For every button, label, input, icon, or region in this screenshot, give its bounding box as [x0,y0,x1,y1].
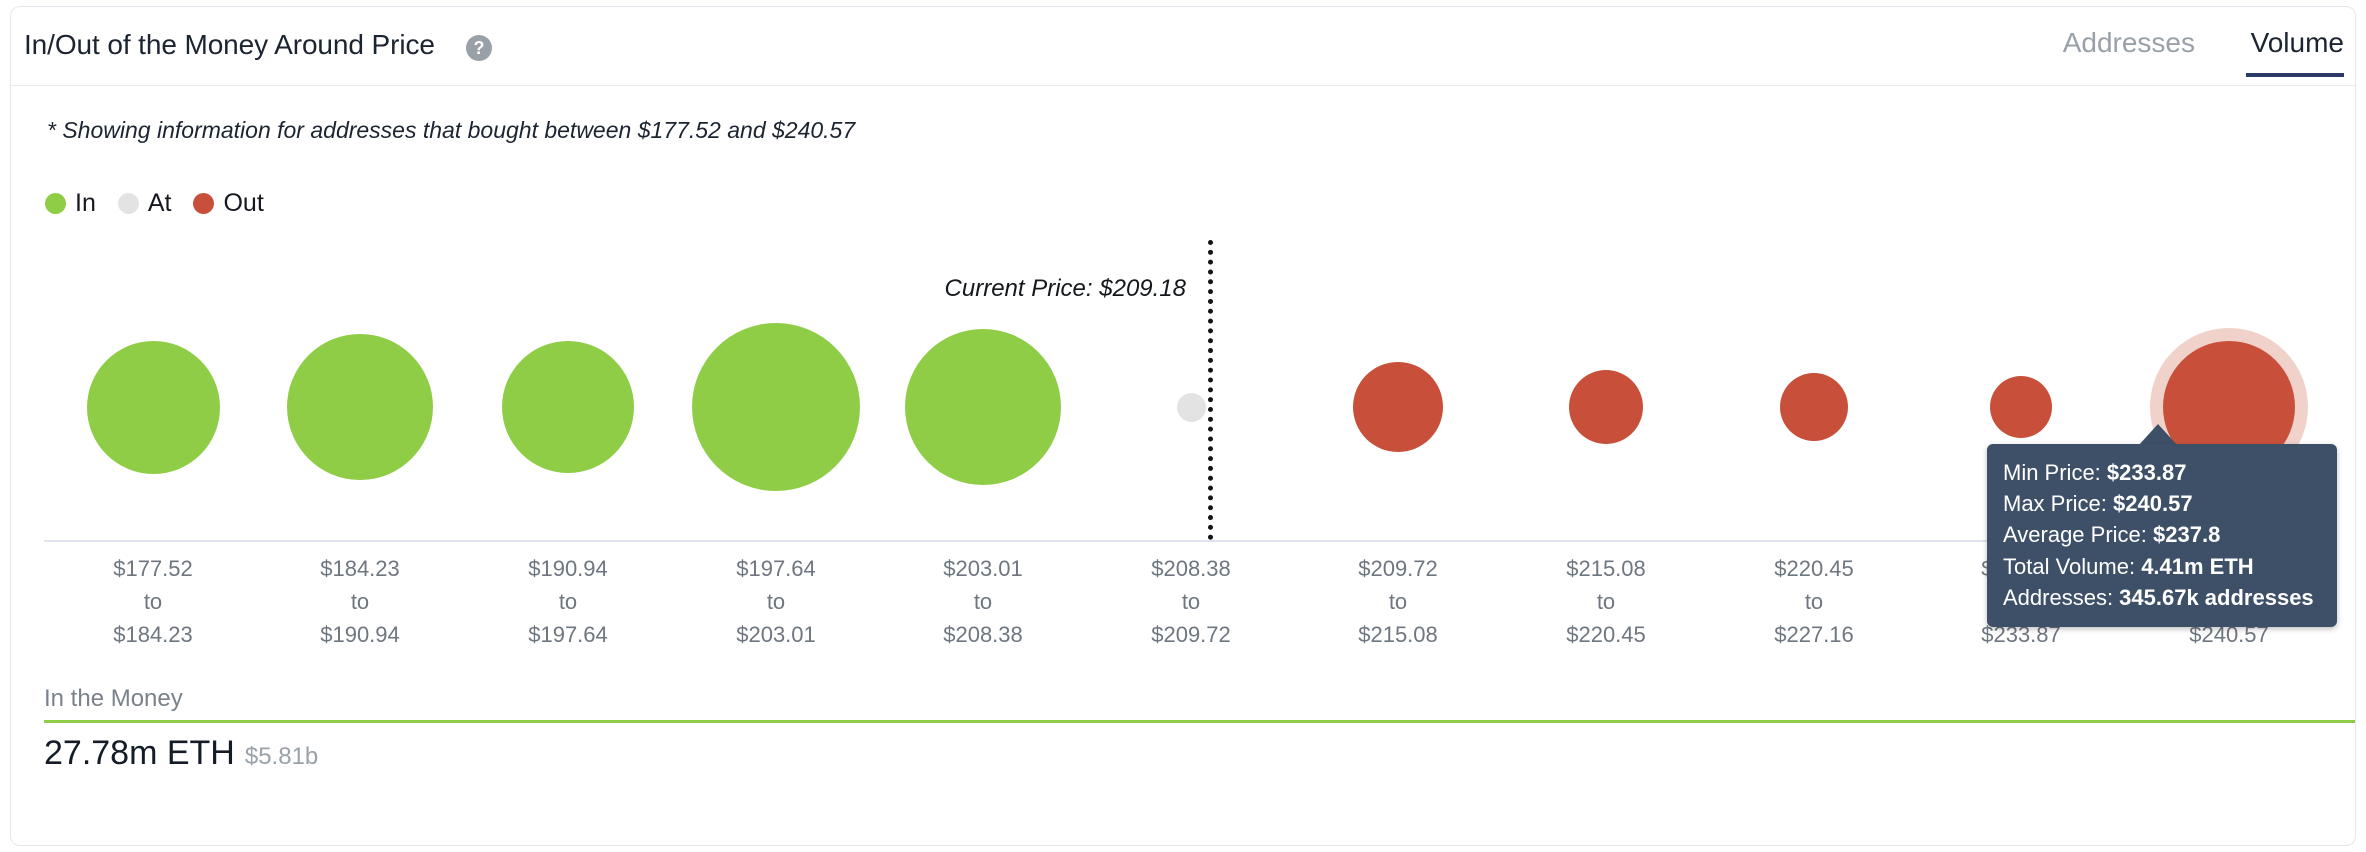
stat-value: 27.78m ETH $5.81b [44,734,2355,773]
legend-dot-out-icon [193,193,215,214]
x-axis-label-line: $209.72 [1151,622,1231,647]
price-bucket-bubble[interactable] [1353,362,1443,452]
x-axis-label-line: $220.45 [1566,622,1646,647]
stat-label: In the Money [44,685,183,712]
legend-label-out: Out [223,189,264,217]
tab-addresses[interactable]: Addresses [2063,27,2195,69]
tooltip-row-label: Min Price: [2003,460,2107,485]
x-axis-label: $208.38 to $209.72 [1151,552,1231,651]
price-bucket-bubble[interactable] [692,323,860,491]
legend-label-in: In [75,189,96,217]
x-axis-label-line: to [350,589,370,614]
legend-item-out: Out [193,189,264,218]
tooltip-row-value: $237.8 [2153,522,2221,548]
price-bucket-bubble[interactable] [502,341,634,473]
tooltip-row: Min Price: $233.87 [2003,457,2321,488]
chart-legend: In At Out [45,189,286,218]
tooltip-row-value: $233.87 [2106,460,2187,485]
x-axis-label-line: $197.64 [736,556,816,581]
tooltip-arrow-icon [2138,424,2178,446]
x-axis-label-line: $208.38 [943,622,1023,647]
x-axis-label: $184.23 to $190.94 [320,552,400,651]
tooltip-row-label: Max Price: [2003,491,2114,517]
card-header: In/Out of the Money Around Price ? Addre… [11,7,2355,86]
x-axis-label-line: $184.23 [320,556,400,581]
x-axis-label-line: $215.08 [1566,556,1646,581]
x-axis-label-line: to [1596,589,1616,614]
price-bucket-bubble[interactable] [287,334,433,480]
x-axis-label-line: $209.72 [1358,556,1438,581]
x-axis-label-line: $190.94 [528,556,608,581]
tab-active-indicator [2246,73,2344,77]
tooltip-row-value: $240.57 [2113,491,2193,517]
legend-label-at: At [147,189,172,217]
question-mark-icon[interactable]: ? [466,35,492,61]
price-bucket-bubble[interactable] [1176,392,1206,422]
x-axis-label-line: to [1388,589,1408,614]
tooltip-row-label: Average Price: [2003,522,2154,548]
x-axis-label-line: to [973,589,993,614]
tooltip-row-value: 4.41m ETH [2141,553,2254,579]
summary-stats: In the Money27.78m ETH$5.81bPercentage73… [44,685,2355,773]
x-axis-label-line: $215.08 [1358,622,1438,647]
tab-volume[interactable]: Volume [2251,27,2344,69]
stat-block: In the Money 27.78m ETH $5.81b [44,685,2355,773]
in-out-money-chart-card: In/Out of the Money Around Price ? Addre… [10,6,2356,846]
x-axis-label-line: $208.38 [1151,556,1231,581]
x-axis-label-line: to [143,589,163,614]
stat-underline [44,720,2355,723]
tooltip-row: Max Price: $240.57 [2003,488,2321,519]
price-bucket-bubble[interactable] [86,340,220,474]
x-axis-label-line: to [1804,589,1824,614]
tooltip-row-label: Total Volume: [2003,553,2142,579]
x-axis-label-line: $203.01 [943,556,1023,581]
stat-value-main: 27.78m ETH [44,734,235,772]
bubble-tooltip: Min Price: $233.87 Max Price: $240.57 Aver… [1987,444,2337,628]
x-axis-label: $197.64 to $203.01 [736,552,816,651]
x-axis-line [44,540,2324,542]
x-axis-label: $209.72 to $215.08 [1358,552,1438,651]
x-axis-label-line: to [558,589,578,614]
tooltip-row-value: 345.67k addresses [2119,584,2314,610]
x-axis-label: $203.01 to $208.38 [943,552,1023,651]
x-axis-label-line: $184.23 [113,622,193,647]
legend-item-at: At [117,189,172,218]
price-bucket-bubble[interactable] [1990,376,2052,438]
x-axis-label-line: $220.45 [1774,556,1854,581]
x-axis-label-line: $177.52 [113,556,193,581]
x-axis-label-line: $190.94 [320,622,400,647]
page-title: In/Out of the Money Around Price [24,29,435,60]
x-axis-label-line: to [766,589,786,614]
x-axis-label-line: $227.16 [1774,622,1854,647]
price-bucket-bubble[interactable] [1780,373,1848,441]
price-bucket-bubble[interactable] [905,329,1061,485]
legend-dot-at-icon [117,193,139,214]
tooltip-row: Addresses: 345.67k addresses [2003,582,2321,613]
x-axis-label-line: $203.01 [736,622,816,647]
current-price-line [1208,240,1213,540]
x-axis-label-line: $197.64 [528,622,608,647]
x-axis-label: $190.94 to $197.64 [528,552,608,651]
legend-item-in: In [45,189,96,218]
x-axis-label: $177.52 to $184.23 [113,552,193,651]
tooltip-row: Average Price: $237.8 [2003,519,2321,550]
tooltip-row: Total Volume: 4.41m ETH [2003,551,2321,582]
x-axis-label: $220.45 to $227.16 [1774,552,1854,651]
chart-note: * Showing information for addresses that… [47,117,856,143]
current-price-label: Current Price: $209.18 [944,275,1186,302]
tooltip-row-label: Addresses: [2003,584,2120,610]
stat-value-sub: $5.81b [244,743,319,770]
x-axis-label-line: to [1181,589,1201,614]
price-bucket-bubble[interactable] [1569,370,1643,444]
legend-dot-in-icon [45,193,66,214]
x-axis-label: $215.08 to $220.45 [1566,552,1646,651]
